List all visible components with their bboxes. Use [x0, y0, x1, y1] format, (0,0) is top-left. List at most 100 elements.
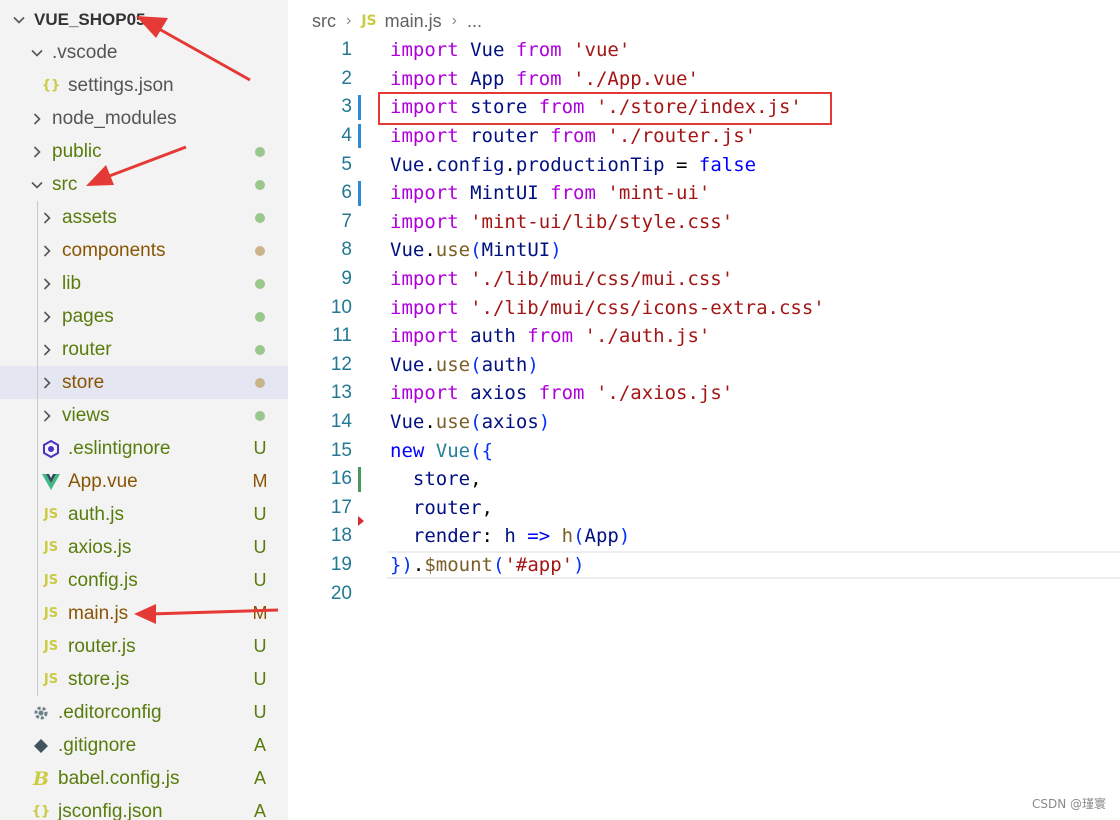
- chevron-right-icon[interactable]: [40, 244, 54, 258]
- code-token: auth: [458, 325, 528, 348]
- code-line[interactable]: 15 new Vue({: [290, 436, 1120, 465]
- code-line[interactable]: 4 import router from './router.js': [290, 122, 1120, 151]
- breadcrumb-file[interactable]: main.js: [385, 11, 442, 32]
- code-line[interactable]: 13 import axios from './axios.js': [290, 379, 1120, 408]
- code-line[interactable]: 16 store,: [290, 465, 1120, 494]
- git-status-badge: A: [253, 801, 266, 820]
- tree-folder-item[interactable]: store: [0, 366, 288, 399]
- code-token: from: [515, 67, 562, 90]
- tree-file-item[interactable]: {} settings.json: [0, 69, 288, 102]
- code-token: './axios.js': [595, 382, 734, 405]
- code-token: router: [458, 125, 551, 148]
- git-gutter-deleted[interactable]: [358, 516, 364, 527]
- code-token: :: [481, 525, 505, 548]
- code-editor[interactable]: 1 import Vue from 'vue' 2 import App from '…: [290, 36, 1120, 636]
- chevron-right-icon[interactable]: [30, 112, 44, 126]
- code-line[interactable]: 19}).$mount('#app'): [290, 551, 1120, 580]
- code-token: (: [470, 353, 482, 376]
- code-line[interactable]: 1 import Vue from 'vue': [290, 36, 1120, 65]
- js-file-icon: JS: [43, 507, 59, 522]
- code-token: './router.js': [607, 125, 757, 148]
- tree-file-item[interactable]: {} jsconfig.json A: [0, 795, 288, 820]
- line-number: 11: [332, 325, 352, 347]
- tree-folder-item[interactable]: node_modules: [0, 102, 288, 135]
- tree-folder-item[interactable]: lib: [0, 267, 288, 300]
- chevron-right-icon[interactable]: [40, 277, 54, 291]
- chevron-down-icon[interactable]: [30, 178, 44, 192]
- tree-folder-item[interactable]: src: [0, 168, 288, 201]
- code-text: Vue.config.productionTip = false: [390, 154, 756, 176]
- git-status-dot: [250, 246, 270, 256]
- json-file-icon: {}: [41, 78, 61, 93]
- chevron-right-icon[interactable]: [40, 310, 54, 324]
- tree-file-item[interactable]: JS router.js U: [0, 630, 288, 663]
- code-line[interactable]: 10 import './lib/mui/css/icons-extra.css': [290, 293, 1120, 322]
- chevron-down-icon[interactable]: [12, 13, 26, 27]
- git-gutter-modified[interactable]: [358, 95, 361, 120]
- code-line[interactable]: 18 render: h => h(App): [290, 522, 1120, 551]
- chevron-right-icon: ›: [451, 12, 457, 29]
- code-line[interactable]: 11 import auth from './auth.js': [290, 322, 1120, 351]
- git-gutter-modified[interactable]: [358, 181, 361, 206]
- code-token: .: [424, 411, 436, 434]
- code-token: MintUI: [458, 182, 551, 205]
- tree-file-item[interactable]: JS store.js U: [0, 663, 288, 696]
- tree-folder-item[interactable]: .vscode: [0, 36, 288, 69]
- chevron-right-icon[interactable]: [40, 211, 54, 225]
- code-line[interactable]: 8 Vue.use(MintUI): [290, 236, 1120, 265]
- code-line[interactable]: 2 import App from './App.vue': [290, 65, 1120, 94]
- chevron-right-icon[interactable]: [40, 343, 54, 357]
- tree-item-label: public: [52, 140, 102, 162]
- git-status-badge: U: [253, 504, 267, 524]
- chevron-right-icon[interactable]: [40, 376, 54, 390]
- code-token: (: [573, 525, 585, 548]
- tree-folder-item[interactable]: views: [0, 399, 288, 432]
- tree-file-item[interactable]: App.vue M: [0, 465, 288, 498]
- git-status-badge: M: [252, 471, 268, 491]
- tree-folder-item[interactable]: components: [0, 234, 288, 267]
- tree-folder-item[interactable]: router: [0, 333, 288, 366]
- chevron-down-icon[interactable]: [30, 46, 44, 60]
- tree-folder-item[interactable]: pages: [0, 300, 288, 333]
- code-line[interactable]: 7 import 'mint-ui/lib/style.css': [290, 208, 1120, 237]
- breadcrumb-folder[interactable]: src: [312, 11, 336, 32]
- line-number: 9: [341, 268, 352, 290]
- tree-file-item[interactable]: .eslintignore U: [0, 432, 288, 465]
- code-line[interactable]: 20: [290, 579, 1120, 608]
- explorer-root-folder[interactable]: VUE_SHOP05: [0, 3, 288, 36]
- code-text: new Vue({: [390, 440, 493, 462]
- chevron-right-icon[interactable]: [40, 409, 54, 423]
- line-number: 2: [341, 67, 352, 89]
- code-token: 'mint-ui': [607, 182, 711, 205]
- code-token: import: [390, 268, 459, 291]
- code-token: ): [538, 411, 551, 434]
- code-line[interactable]: 12 Vue.use(auth): [290, 351, 1120, 380]
- code-text: import MintUI from 'mint-ui': [390, 182, 710, 204]
- code-line[interactable]: 6 import MintUI from 'mint-ui': [290, 179, 1120, 208]
- code-line[interactable]: 5 Vue.config.productionTip = false: [290, 150, 1120, 179]
- tree-file-item[interactable]: JS main.js M: [0, 597, 288, 630]
- git-status-badge: M: [252, 603, 268, 623]
- indent-guide: [37, 201, 38, 696]
- code-line[interactable]: 9 import './lib/mui/css/mui.css': [290, 265, 1120, 294]
- tree-file-item[interactable]: Bbabel.config.js A: [0, 762, 288, 795]
- tree-file-item[interactable]: JS auth.js U: [0, 498, 288, 531]
- code-token: (: [493, 554, 505, 577]
- git-gutter-modified[interactable]: [358, 123, 361, 149]
- code-token: config: [435, 153, 505, 176]
- line-number: 15: [330, 439, 352, 461]
- tree-file-item[interactable]: JS config.js U: [0, 564, 288, 597]
- git-gutter-added[interactable]: [358, 467, 361, 492]
- breadcrumb-symbols[interactable]: ...: [467, 11, 482, 32]
- code-line[interactable]: 14 Vue.use(axios): [290, 408, 1120, 437]
- tree-folder-item[interactable]: assets: [0, 201, 288, 234]
- tree-file-item[interactable]: JS axios.js U: [0, 531, 288, 564]
- tree-file-item[interactable]: .gitignore A: [0, 729, 288, 762]
- code-line[interactable]: 17 router,: [290, 494, 1120, 523]
- code-token: router: [390, 496, 482, 519]
- git-status-badge: U: [253, 702, 267, 722]
- tree-file-item[interactable]: .editorconfig U: [0, 696, 288, 729]
- tree-folder-item[interactable]: public: [0, 135, 288, 168]
- chevron-right-icon[interactable]: [30, 145, 44, 159]
